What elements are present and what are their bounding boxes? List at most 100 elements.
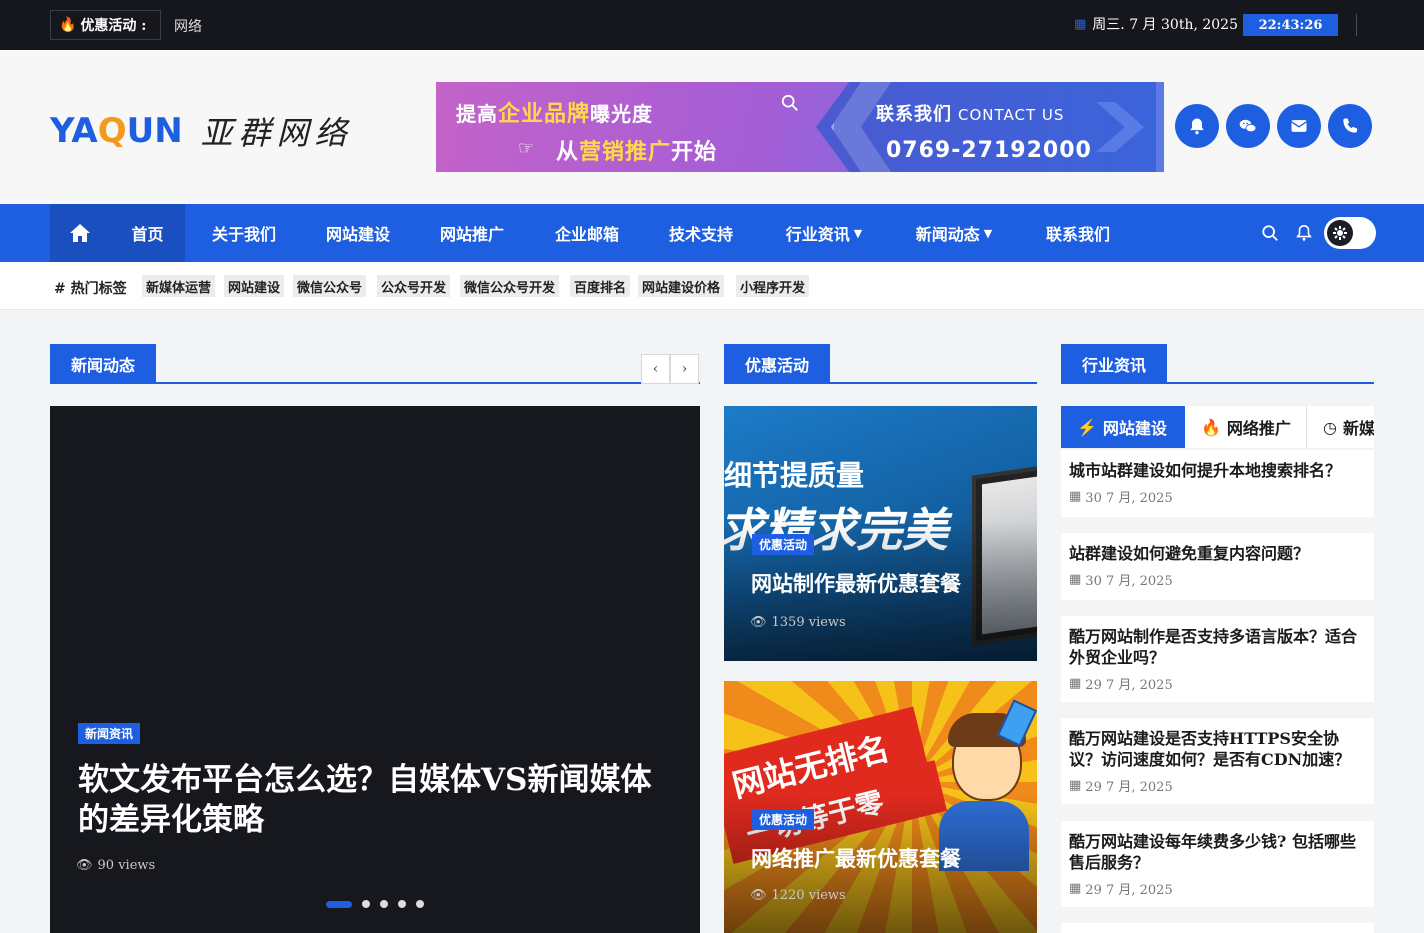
wechat-icon — [1239, 119, 1257, 133]
card-views: 👁 1359 views — [750, 615, 846, 630]
nav-item-industry-news[interactable]: 行业资讯 ▼ — [772, 204, 876, 262]
promo-label[interactable]: 🔥 优惠活动 : — [50, 10, 162, 40]
clock-display: 22:43:26 — [1243, 14, 1338, 36]
slider-dot[interactable] — [326, 900, 352, 908]
post-title[interactable]: 酷万网站建设是否支持HTTPS安全协议？访问速度如何？是否有CDN加速？ — [1069, 728, 1366, 770]
site-logo[interactable]: YAQUN 亚群网络 — [50, 108, 353, 154]
tag-item[interactable]: 新媒体运营 — [142, 275, 216, 297]
prev-arrow-icon[interactable]: ‹ — [641, 354, 670, 384]
eye-icon: 👁 — [76, 858, 93, 873]
clock-icon: ◷ — [1323, 417, 1337, 437]
slider-dot[interactable] — [416, 900, 424, 908]
post-date: ▦ 29 7 月, 2025 — [1069, 676, 1173, 693]
nav-item-news[interactable]: 新闻动态 ▼ — [902, 204, 1006, 262]
category-badge[interactable]: 新闻资讯 — [78, 723, 141, 744]
slider-dot[interactable] — [362, 900, 370, 908]
news-section-heading: 新闻动态 — [50, 344, 700, 384]
calendar-icon: ▦ — [1069, 572, 1082, 587]
list-item[interactable] — [1061, 923, 1374, 933]
promo-ticker[interactable]: 网络 — [174, 16, 202, 36]
tag-item[interactable]: 小程序开发 — [736, 275, 810, 297]
post-title[interactable]: 酷万网站制作是否支持多语言版本？适合外贸企业吗？ — [1069, 626, 1366, 668]
card-title[interactable]: 网络推广最新优惠套餐 — [751, 843, 961, 873]
card-title[interactable]: 网站制作最新优惠套餐 — [751, 568, 961, 598]
calendar-icon: ▦ — [1069, 778, 1082, 793]
slider-dot[interactable] — [398, 900, 406, 908]
mail-icon — [1291, 120, 1307, 132]
post-date: ▦ 29 7 月, 2025 — [1069, 881, 1173, 898]
top-bar: 🔥 优惠活动 : 网络 ▦ 周三. 7 月 30th, 2025 22:43:2… — [0, 0, 1424, 50]
slider-arrows: ‹ › — [641, 354, 699, 384]
list-item[interactable]: 站群建设如何避免重复内容问题？ ▦ 30 7 月, 2025 — [1061, 533, 1374, 600]
nav-item-contact[interactable]: 联系我们 — [1034, 204, 1122, 262]
tag-item[interactable]: 微信公众号开发 — [460, 275, 560, 297]
nav-item-about[interactable]: 关于我们 — [200, 204, 288, 262]
post-date: ▦ 30 7 月, 2025 — [1069, 489, 1173, 506]
nav-item-enterprise-email[interactable]: 企业邮箱 — [543, 204, 631, 262]
wechat-social-button[interactable] — [1226, 104, 1270, 148]
main-nav: 首页 关于我们 网站建设 网站推广 企业邮箱 技术支持 行业资讯 ▼ 新闻动态 ▼ … — [0, 204, 1424, 262]
fire-icon: 🔥 — [59, 17, 77, 33]
nav-item-website-promotion[interactable]: 网站推广 — [428, 204, 516, 262]
post-title[interactable]: 站群建设如何避免重复内容问题？ — [1069, 543, 1366, 564]
tag-item[interactable]: 网站建设 — [224, 275, 285, 297]
promo-section-heading: 优惠活动 — [724, 344, 1037, 384]
tab-network-promotion[interactable]: 🔥 网络推广 — [1185, 406, 1307, 448]
category-badge[interactable]: 优惠活动 — [752, 534, 815, 555]
tab-website-building[interactable]: ⚡ 网站建设 — [1061, 406, 1185, 448]
tag-item[interactable]: 百度排名 — [570, 275, 631, 297]
calendar-icon: ▦ — [1069, 489, 1082, 504]
chevron-down-icon: ▼ — [983, 226, 993, 240]
list-item[interactable]: 酷万网站建设是否支持HTTPS安全协议？访问速度如何？是否有CDN加速？ ▦ 29… — [1061, 718, 1374, 804]
category-badge[interactable]: 优惠活动 — [752, 809, 815, 830]
search-icon[interactable] — [1261, 224, 1279, 242]
dark-mode-toggle[interactable] — [1324, 217, 1376, 249]
banner-phone: 0769-27192000 — [886, 138, 1092, 163]
next-arrow-icon[interactable]: › — [670, 354, 699, 384]
list-item[interactable]: 酷万网站制作是否支持多语言版本？适合外贸企业吗？ ▦ 29 7 月, 2025 — [1061, 616, 1374, 702]
pointing-hand-icon: ☞ — [518, 138, 535, 159]
slide-views: 👁 90 views — [76, 858, 156, 873]
post-title[interactable]: 酷万网站建设每年续费多少钱? 包括哪些售后服务？ — [1069, 831, 1366, 873]
banner-contact: 联系我们 CONTACT US — [876, 104, 1065, 125]
tag-item[interactable]: 微信公众号 — [293, 275, 367, 297]
calendar-icon: ▦ — [1069, 676, 1082, 691]
tag-item[interactable]: 公众号开发 — [377, 275, 451, 297]
promo-card[interactable]: 网站无排名 一切等于零 优惠活动 网络推广最新优惠套餐 👁 1220 views — [724, 681, 1037, 933]
news-slider[interactable]: 新闻资讯 软文发布平台怎么选？自媒体VS新闻媒体的差异化策略 👁 90 view… — [50, 406, 700, 933]
slide-title[interactable]: 软文发布平台怎么选？自媒体VS新闻媒体的差异化策略 — [78, 760, 668, 840]
home-icon — [70, 224, 90, 242]
list-item[interactable]: 城市站群建设如何提升本地搜索排名？ ▦ 30 7 月, 2025 — [1061, 450, 1374, 517]
nav-item-home[interactable]: 首页 — [110, 204, 185, 262]
logo-chinese: 亚群网络 — [200, 114, 353, 152]
tab-new-media[interactable]: ◷ 新媒 — [1307, 406, 1374, 448]
mail-social-button[interactable] — [1277, 104, 1321, 148]
post-date: ▦ 30 7 月, 2025 — [1069, 572, 1173, 589]
slider-dot[interactable] — [380, 900, 388, 908]
card-views: 👁 1220 views — [750, 888, 846, 903]
phone-social-button[interactable] — [1328, 104, 1372, 148]
slider-dots — [326, 900, 424, 908]
card-art-text: 细节提质量 — [724, 459, 865, 492]
hot-tags-bar: # 热门标签 新媒体运营 网站建设 微信公众号 公众号开发 微信公众号开发 百度… — [0, 262, 1424, 310]
post-title[interactable]: 城市站群建设如何提升本地搜索排名？ — [1069, 460, 1366, 481]
nav-home-button[interactable] — [50, 204, 110, 262]
industry-tabs: ⚡ 网站建设 🔥 网络推广 ◷ 新媒 — [1061, 406, 1374, 448]
logo-wordmark: YAQUN — [50, 111, 183, 151]
calendar-icon: ▦ — [1074, 16, 1087, 32]
banner-line-1: 提高企业品牌曝光度 — [456, 101, 654, 127]
phone-icon — [1343, 118, 1358, 133]
notification-bell-icon[interactable] — [1295, 224, 1313, 242]
list-item[interactable]: 酷万网站建设每年续费多少钱? 包括哪些售后服务？ ▦ 29 7 月, 2025 — [1061, 821, 1374, 907]
bolt-icon: ⚡ — [1077, 417, 1097, 437]
nav-item-website-building[interactable]: 网站建设 — [314, 204, 402, 262]
bell-social-button[interactable] — [1175, 104, 1219, 148]
chevron-down-icon: ▼ — [853, 226, 863, 240]
promo-card[interactable]: 细节提质量 求精求完美 优惠活动 网站制作最新优惠套餐 👁 1359 views — [724, 406, 1037, 661]
tag-item[interactable]: 网站建设价格 — [638, 275, 725, 297]
header-ad-banner[interactable]: 提高企业品牌曝光度 ☞ 从营销推广开始 联系我们 CONTACT US 0769-… — [436, 82, 1164, 172]
calendar-icon: ▦ — [1069, 881, 1082, 896]
date-display: ▦ 周三. 7 月 30th, 2025 — [1074, 14, 1238, 34]
top-divider — [1356, 14, 1357, 36]
nav-item-tech-support[interactable]: 技术支持 — [657, 204, 745, 262]
